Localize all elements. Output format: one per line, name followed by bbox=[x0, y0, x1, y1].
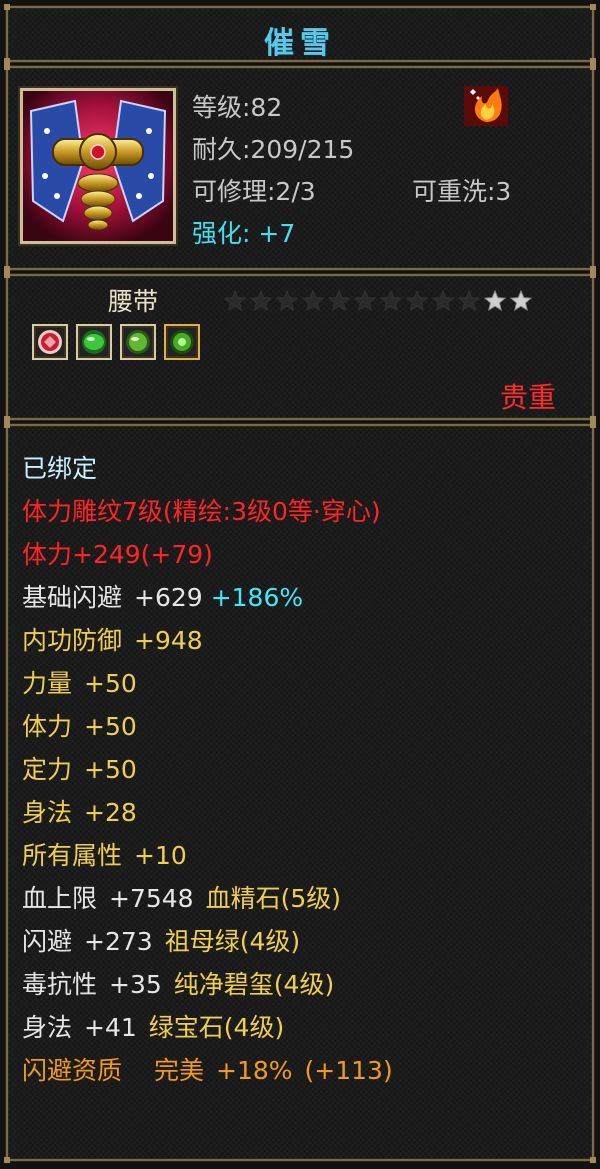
all-attr-label: 所有属性 bbox=[22, 841, 123, 870]
gem1-stat: 血上限 bbox=[22, 884, 98, 913]
gem-slot-green-icon[interactable] bbox=[76, 324, 112, 360]
stamina-main-text: 体力+249(+79) bbox=[22, 540, 213, 569]
item-type-panel: 腰带 贵重 bbox=[4, 272, 596, 422]
star-empty-icon bbox=[432, 290, 454, 312]
durability-label: 耐久:209/215 bbox=[192, 135, 355, 164]
gem2-value: +273 bbox=[84, 927, 153, 956]
quality-grade: 完美 bbox=[154, 1056, 205, 1085]
item-type: 腰带 bbox=[108, 287, 159, 316]
gem-slot-green-icon[interactable] bbox=[120, 324, 156, 360]
gem-slot-red-icon[interactable] bbox=[32, 324, 68, 360]
star-empty-icon bbox=[380, 290, 402, 312]
foc-label: 定力 bbox=[22, 755, 73, 784]
gem1-value: +7548 bbox=[109, 884, 194, 913]
agi-label: 身法 bbox=[22, 798, 73, 827]
quality-value: +18% bbox=[216, 1056, 293, 1085]
item-header-panel: 等级:82 耐久:209/215 可修理:2/3 可重洗:3 强化: +7 bbox=[4, 64, 596, 272]
sta-line: 体力 +50 bbox=[22, 712, 582, 755]
rewash-label: 可重洗:3 bbox=[412, 177, 512, 206]
gem3-name: 纯净碧玺(4级) bbox=[173, 970, 335, 999]
inner-def-label: 内功防御 bbox=[22, 626, 123, 655]
inner-def-line: 内功防御 +948 bbox=[22, 626, 582, 669]
gem1-name: 血精石(5级) bbox=[205, 884, 342, 913]
engrave-text: 体力雕纹7级(精绘:3级0等·穿心) bbox=[22, 497, 381, 526]
all-attr-value: +10 bbox=[134, 841, 187, 870]
star-empty-icon bbox=[458, 290, 480, 312]
quality-line: 闪避资质 完美 +18% (+113) bbox=[22, 1056, 582, 1099]
str-label: 力量 bbox=[22, 669, 73, 698]
gem3-value: +35 bbox=[109, 970, 162, 999]
bound-status: 已绑定 bbox=[22, 454, 582, 497]
dodge-base-value: +629 bbox=[134, 583, 203, 612]
quality-label: 闪避资质 bbox=[22, 1056, 123, 1085]
gem2-stat: 闪避 bbox=[22, 927, 73, 956]
gem2-line: 闪避 +273 祖母绿(4级) bbox=[22, 927, 582, 970]
inner-def-value: +948 bbox=[134, 626, 203, 655]
gem3-stat: 毒抗性 bbox=[22, 970, 98, 999]
repairable-label: 可修理:2/3 bbox=[192, 177, 316, 206]
dodge-base-pct: +186% bbox=[210, 583, 304, 612]
flame-badge-icon bbox=[464, 86, 508, 126]
sta-value: +50 bbox=[84, 712, 137, 741]
dodge-base-label: 基础闪避 bbox=[22, 583, 123, 612]
agi-line: 身法 +28 bbox=[22, 798, 582, 841]
title-panel: 催雪 bbox=[4, 4, 596, 64]
star-rating bbox=[224, 290, 536, 316]
attributes-panel: 已绑定 体力雕纹7级(精绘:3级0等·穿心) 体力+249(+79) 基础闪避 +… bbox=[4, 422, 596, 1163]
bound-text: 已绑定 bbox=[22, 454, 98, 483]
gem3-line: 毒抗性 +35 纯净碧玺(4级) bbox=[22, 970, 582, 1013]
star-empty-icon bbox=[406, 290, 428, 312]
str-line: 力量 +50 bbox=[22, 669, 582, 712]
star-empty-icon bbox=[302, 290, 324, 312]
item-tooltip: 催雪 等级:82 耐久:209/215 可修理:2/3 可重洗:3 强化: +7… bbox=[0, 0, 600, 1169]
star-empty-icon bbox=[328, 290, 350, 312]
foc-line: 定力 +50 bbox=[22, 755, 582, 798]
gem4-stat: 身法 bbox=[22, 1013, 73, 1042]
gem-slots bbox=[32, 324, 208, 362]
level-label: 等级:82 bbox=[192, 93, 283, 122]
star-empty-icon bbox=[354, 290, 376, 312]
gem4-value: +41 bbox=[84, 1013, 137, 1042]
belt-icon bbox=[20, 88, 176, 244]
stamina-main-line: 体力+249(+79) bbox=[22, 540, 582, 583]
star-filled-icon bbox=[510, 290, 532, 312]
rarity-label: 贵重 bbox=[499, 381, 556, 414]
star-empty-icon bbox=[250, 290, 272, 312]
strength-label: 强化: +7 bbox=[192, 219, 296, 248]
engrave-line: 体力雕纹7级(精绘:3级0等·穿心) bbox=[22, 497, 582, 540]
dodge-base-line: 基础闪避 +629 +186% bbox=[22, 583, 582, 626]
agi-value: +28 bbox=[84, 798, 137, 827]
item-name: 催雪 bbox=[264, 26, 336, 61]
gem4-line: 身法 +41 绿宝石(4级) bbox=[22, 1013, 582, 1056]
gem4-name: 绿宝石(4级) bbox=[148, 1013, 285, 1042]
quality-bonus: (+113) bbox=[304, 1056, 393, 1085]
all-attr-line: 所有属性 +10 bbox=[22, 841, 582, 884]
foc-value: +50 bbox=[84, 755, 137, 784]
sta-label: 体力 bbox=[22, 712, 73, 741]
gem-slot-green-icon[interactable] bbox=[164, 324, 200, 360]
gem1-line: 血上限 +7548 血精石(5级) bbox=[22, 884, 582, 927]
gem2-name: 祖母绿(4级) bbox=[164, 927, 301, 956]
star-empty-icon bbox=[224, 290, 246, 312]
star-filled-icon bbox=[484, 290, 506, 312]
star-empty-icon bbox=[276, 290, 298, 312]
str-value: +50 bbox=[84, 669, 137, 698]
